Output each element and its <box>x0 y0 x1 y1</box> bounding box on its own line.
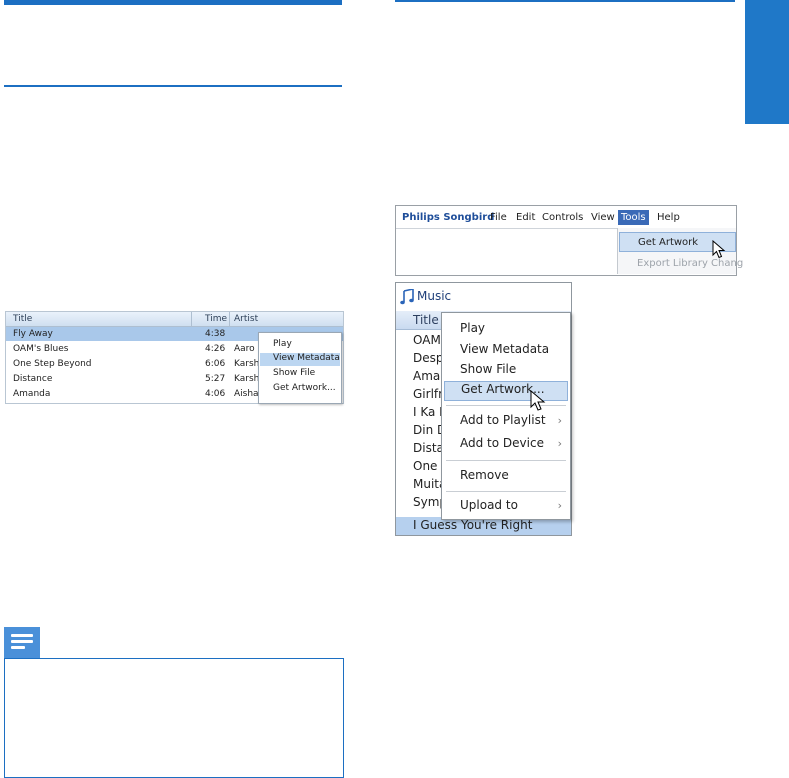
menu-item-view-metadata[interactable]: View Metadata <box>260 353 340 366</box>
menu-edit[interactable]: Edit <box>516 212 535 223</box>
top-rule-left <box>4 0 342 5</box>
menu-help[interactable]: Help <box>657 212 680 223</box>
menu-controls[interactable]: Controls <box>542 212 583 223</box>
submenu-arrow-icon: › <box>557 414 562 427</box>
note-box <box>4 658 344 778</box>
app-brand: Philips Songbird <box>402 212 495 223</box>
cursor-arrow-icon <box>530 390 546 411</box>
menu-item-add-to-device[interactable]: Add to Device <box>460 436 544 454</box>
menu-separator <box>446 491 566 492</box>
context-menu-large: Play View Metadata Show File Get Artwork… <box>441 312 571 520</box>
section-rule-left <box>4 85 342 87</box>
submenu-arrow-icon: › <box>557 499 562 512</box>
menu-item-show-file[interactable]: Show File <box>273 368 315 381</box>
column-artist[interactable]: Artist <box>234 314 258 324</box>
column-header: Title Time Artist <box>6 312 343 327</box>
note-icon <box>4 627 40 658</box>
menu-separator <box>446 405 566 406</box>
cursor-arrow-icon <box>712 240 726 259</box>
menu-item-remove[interactable]: Remove <box>460 468 509 486</box>
menu-item-show-file[interactable]: Show File <box>460 362 516 380</box>
column-title: Title <box>413 313 439 327</box>
list-item[interactable]: OAM <box>413 333 441 351</box>
menu-item-play[interactable]: Play <box>273 339 292 352</box>
menu-item-play[interactable]: Play <box>460 321 485 339</box>
menu-item-add-to-playlist[interactable]: Add to Playlist <box>460 413 546 431</box>
list-item[interactable]: Dista <box>413 441 444 459</box>
menu-item-upload-to[interactable]: Upload to <box>460 498 518 516</box>
submenu-arrow-icon: › <box>557 437 562 450</box>
menu-view[interactable]: View <box>591 212 615 223</box>
menu-bar-screenshot: Philips Songbird File Edit Controls View… <box>395 205 743 276</box>
menu-tools[interactable]: Tools <box>618 210 649 225</box>
list-item[interactable]: Girlfr <box>413 387 443 405</box>
menu-item-get-artwork[interactable]: Get Artwork... <box>273 383 336 396</box>
music-title: Music <box>417 289 452 303</box>
menu-item-view-metadata[interactable]: View Metadata <box>460 342 549 360</box>
list-item[interactable]: Desp <box>413 351 444 369</box>
menu-bar: Philips Songbird File Edit Controls View… <box>396 206 736 229</box>
column-time[interactable]: Time <box>205 314 227 324</box>
music-note-icon <box>400 289 414 305</box>
context-menu-small: Play View Metadata Show File Get Artwork… <box>258 332 342 404</box>
menu-separator <box>446 460 566 461</box>
library-list-small: Title Time Artist Fly Away 4:38 OAM's Bl… <box>5 311 344 404</box>
column-title[interactable]: Title <box>13 314 32 324</box>
top-rule-right <box>395 0 735 2</box>
menu-file[interactable]: File <box>490 212 507 223</box>
side-tab <box>745 0 789 124</box>
music-header: Music <box>396 283 571 311</box>
menu-item-get-artwork[interactable]: Get Artwork... <box>444 381 568 401</box>
